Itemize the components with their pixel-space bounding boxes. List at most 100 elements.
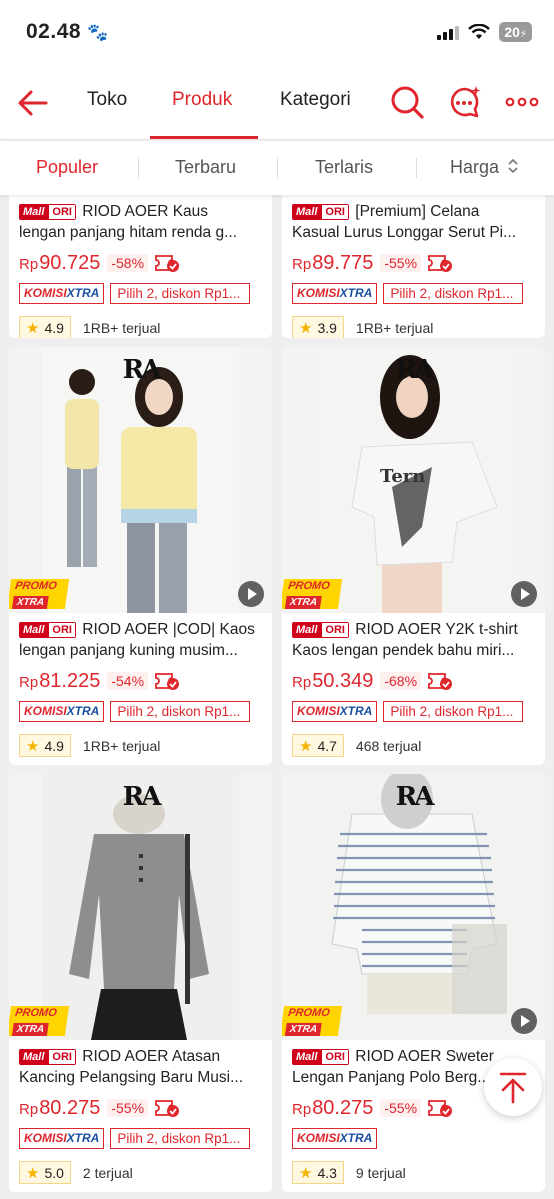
product-price: Rp90.725 [19,251,101,274]
sold-count: 2 terjual [82,1164,133,1181]
active-tab-indicator [150,136,258,139]
product-card[interactable]: RA PROMO XTRA Mall ORI RIOD AOER |COD| Kao… [9,347,272,765]
product-title: Mall ORI RIOD AOER |COD| Kaos lengan panj… [19,621,255,659]
discount-badge: -54% [107,672,149,690]
discount-badge: -68% [380,672,422,690]
brand-logo: RA [395,782,435,812]
promo-xtra-badge: PROMO XTRA [282,579,343,609]
play-video-icon[interactable] [238,581,264,607]
sold-count: 1RB+ terjual [82,319,161,336]
sort-harga-label: Harga [450,157,500,177]
model-photo [42,774,239,1040]
rating-badge: ★ 4.9 [19,316,71,338]
tab-kategori[interactable]: Kategori [280,89,351,111]
sort-divider [138,158,139,178]
brand-logo: RA [395,355,435,385]
play-video-icon[interactable] [511,581,537,607]
star-icon: ★ [26,737,40,755]
komisi-xtra-badge: KOMISIXTRA [19,1128,105,1149]
voucher-ticket-icon [428,673,453,690]
status-time: 02.48 🐾 [26,20,109,44]
voucher-label: Pilih 2, diskon Rp1... [110,1128,251,1149]
rating-badge: ★ 4.9 [19,734,71,757]
sort-divider [277,158,278,178]
more-options-icon[interactable] [504,84,540,120]
back-arrow-icon[interactable] [16,86,50,120]
voucher-ticket-icon [428,255,453,272]
mall-ori-badge: Mall ORI [292,204,349,220]
product-title: Mall ORI RIOD AOER Atasan Kancing Pelangs… [19,1048,244,1086]
voucher-label: Pilih 2, diskon Rp1... [383,701,524,722]
brand-logo: RA [122,782,162,812]
screen: 02.48 🐾 20⚡ Toko Produk Kategori Populer… [0,0,554,1199]
sold-count: 1RB+ terjual [82,737,161,754]
sort-arrows-icon [508,158,518,174]
signal-icon [437,24,460,40]
arrow-up-icon [499,1072,527,1104]
charging-icon: ⚡ [519,29,527,40]
promo-xtra-badge: PROMO XTRA [9,579,70,609]
sold-count: 468 terjual [355,737,422,754]
sort-harga[interactable]: Harga [450,157,519,178]
product-image: Tern RA PROMO XTRA [282,347,545,613]
sold-count: 1RB+ terjual [355,319,434,336]
sort-terlaris[interactable]: Terlaris [315,157,373,178]
discount-badge: -55% [380,1099,422,1117]
product-title: Mall ORI RIOD AOER Y2K t-shirt Kaos lenga… [292,621,518,659]
mall-ori-badge: Mall ORI [19,622,76,638]
discount-badge: -58% [107,254,149,272]
header: Toko Produk Kategori [0,66,554,140]
star-icon: ★ [26,1164,40,1182]
voucher-ticket-icon [155,255,180,272]
product-price: Rp80.275 [19,1096,101,1119]
voucher-ticket-icon [428,1100,453,1117]
product-title: Mall ORI [Premium] Celana Kasual Lurus Lo… [292,203,517,241]
mall-ori-badge: Mall ORI [292,622,349,638]
mall-ori-badge: Mall ORI [19,204,76,220]
battery-indicator: 20⚡ [499,22,532,42]
sold-count: 9 terjual [355,1164,406,1181]
star-icon: ★ [299,1164,313,1182]
tab-toko[interactable]: Toko [87,89,127,111]
product-image: RA PROMO XTRA [282,774,545,1040]
star-icon: ★ [26,319,40,337]
star-icon: ★ [299,319,313,337]
scroll-to-top-button[interactable] [484,1058,542,1116]
product-price: Rp81.225 [19,669,101,692]
star-icon: ★ [299,737,313,755]
promo-xtra-badge: PROMO XTRA [282,1006,343,1036]
status-bar: 02.48 🐾 20⚡ [0,0,554,66]
komisi-xtra-badge: KOMISIXTRA [292,1128,378,1149]
product-card[interactable]: Tern RA PROMO XTRA Mall ORI RIOD AOER Y2K … [282,347,545,765]
komisi-xtra-badge: KOMISIXTRA [292,283,378,304]
mall-ori-badge: Mall ORI [19,1049,76,1065]
search-icon[interactable] [389,84,425,120]
model-photo: Tern [315,347,512,613]
tab-produk[interactable]: Produk [172,89,232,111]
komisi-xtra-badge: KOMISIXTRA [292,701,378,722]
wifi-icon [468,24,491,39]
product-card[interactable]: RA PROMO XTRA Mall ORI RIOD AOER Sweter Le… [282,774,545,1192]
model-photo [42,347,239,613]
product-price: Rp89.775 [292,251,374,274]
voucher-label: Pilih 2, diskon Rp1... [110,701,251,722]
sort-bar: Populer Terbaru Terlaris Harga [0,141,554,195]
play-video-icon[interactable] [511,1008,537,1034]
rating-badge: ★ 4.3 [292,1161,344,1184]
rating-badge: ★ 5.0 [19,1161,71,1184]
rating-badge: ★ 4.7 [292,734,344,757]
product-title: Mall ORI RIOD AOER Kaus lengan panjang hi… [19,203,238,241]
mall-ori-badge: Mall ORI [292,1049,349,1065]
voucher-label: Pilih 2, diskon Rp1... [383,283,524,304]
komisi-xtra-badge: KOMISIXTRA [19,283,105,304]
product-card[interactable]: RA PROMO XTRA Mall ORI RIOD AOER Atasan Ka… [9,774,272,1192]
sort-populer[interactable]: Populer [36,157,98,178]
product-price: Rp80.275 [292,1096,374,1119]
rating-badge: ★ 3.9 [292,316,344,338]
promo-xtra-badge: PROMO XTRA [9,1006,70,1036]
brand-logo: RA [122,355,162,385]
sort-terbaru[interactable]: Terbaru [175,157,236,178]
komisi-xtra-badge: KOMISIXTRA [19,701,105,722]
chat-icon[interactable] [446,84,482,120]
discount-badge: -55% [107,1099,149,1117]
